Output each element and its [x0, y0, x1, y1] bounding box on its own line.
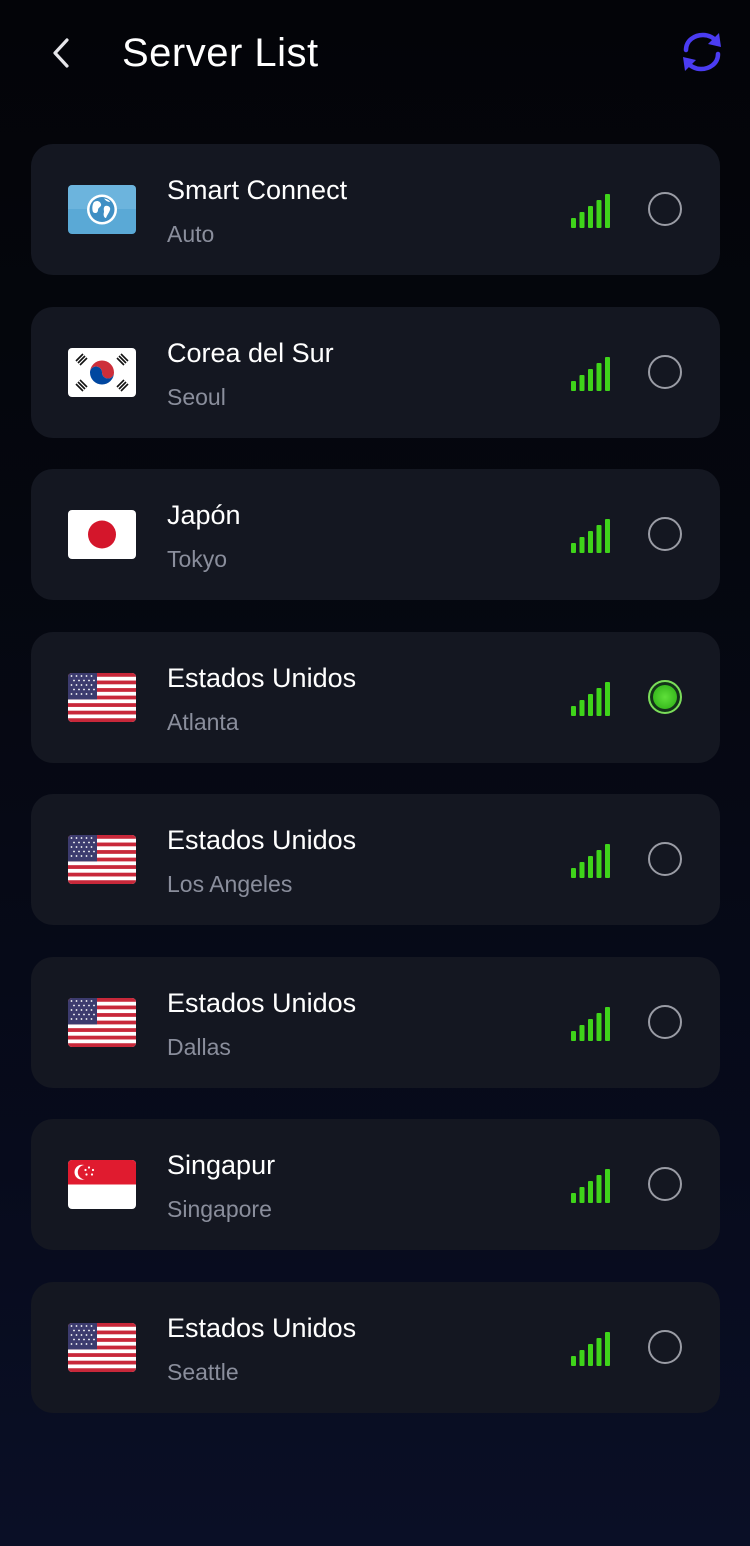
us-flag-icon — [68, 1323, 136, 1372]
refresh-button[interactable] — [676, 28, 728, 76]
server-country: Singapur — [167, 1150, 276, 1180]
page-title: Server List — [122, 31, 319, 75]
kr-flag-icon — [68, 348, 136, 397]
refresh-icon — [683, 32, 721, 72]
server-city: Tokyo — [167, 546, 228, 572]
server-item-smart-connect[interactable]: Smart Connect Auto — [31, 144, 720, 275]
back-button[interactable] — [40, 28, 84, 78]
server-item-atlanta[interactable]: Estados Unidos Atlanta — [31, 631, 720, 763]
server-country: Smart Connect — [167, 175, 348, 205]
server-item-los-angeles[interactable]: Estados Unidos Los Angeles — [31, 794, 720, 925]
signal-strength-icon — [571, 1332, 611, 1366]
us-flag-icon — [68, 835, 136, 884]
server-city: Dallas — [167, 1033, 231, 1060]
signal-strength-icon — [571, 357, 611, 391]
server-country: Estados Unidos — [167, 662, 357, 693]
server-list: Smart Connect Auto Corea del Sur Seoul J… — [31, 144, 720, 1444]
signal-strength-icon — [571, 1169, 611, 1203]
server-country: Corea del Sur — [167, 337, 334, 368]
server-radio[interactable] — [648, 842, 682, 876]
server-radio-selected[interactable] — [648, 679, 682, 714]
server-city: Seoul — [167, 383, 226, 410]
server-city: Seattle — [167, 1358, 239, 1385]
sg-flag-icon — [68, 1160, 136, 1209]
server-radio[interactable] — [648, 1329, 682, 1364]
server-city: Atlanta — [167, 708, 239, 735]
jp-flag-icon — [68, 510, 136, 559]
us-flag-icon — [68, 673, 136, 722]
signal-strength-icon — [571, 844, 611, 878]
server-radio[interactable] — [648, 517, 682, 551]
us-flag-icon — [68, 998, 136, 1047]
server-radio[interactable] — [648, 1004, 682, 1039]
server-country: Estados Unidos — [167, 987, 357, 1018]
server-city: Singapore — [167, 1196, 272, 1222]
server-item-seattle[interactable]: Estados Unidos Seattle — [31, 1281, 720, 1413]
server-country: Estados Unidos — [167, 825, 357, 855]
signal-strength-icon — [571, 682, 611, 716]
server-city: Auto — [167, 221, 215, 247]
globe-icon — [68, 185, 136, 234]
server-radio[interactable] — [648, 354, 682, 389]
server-item-dallas[interactable]: Estados Unidos Dallas — [31, 956, 720, 1088]
header: Server List — [0, 0, 750, 110]
server-country: Estados Unidos — [167, 1312, 357, 1343]
server-radio[interactable] — [648, 192, 682, 226]
server-item-singapore[interactable]: Singapur Singapore — [31, 1119, 720, 1250]
server-item-tokyo[interactable]: Japón Tokyo — [31, 469, 720, 600]
signal-strength-icon — [571, 519, 611, 553]
server-radio[interactable] — [648, 1167, 682, 1201]
server-country: Japón — [167, 500, 241, 530]
chevron-left-icon — [53, 38, 69, 68]
signal-strength-icon — [571, 194, 611, 228]
signal-strength-icon — [571, 1007, 611, 1041]
server-city: Los Angeles — [167, 871, 293, 897]
server-item-seoul[interactable]: Corea del Sur Seoul — [31, 306, 720, 438]
